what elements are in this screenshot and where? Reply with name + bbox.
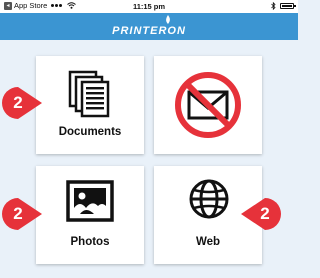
- status-right: [271, 2, 296, 10]
- email-disabled-icon: [175, 72, 241, 138]
- photos-tile[interactable]: Photos: [36, 166, 144, 264]
- globe-icon: [189, 179, 229, 219]
- callout-badge: 2: [2, 198, 42, 230]
- callout-number: 2: [260, 204, 270, 223]
- photos-label: Photos: [70, 236, 110, 248]
- web-label: Web: [195, 236, 221, 248]
- app-logo: PRINTERON: [112, 25, 186, 37]
- documents-icon: [68, 70, 110, 118]
- bluetooth-icon: [271, 2, 276, 10]
- status-time: 11:15 pm: [132, 2, 166, 11]
- documents-tile[interactable]: Documents: [36, 56, 144, 154]
- documents-label: Documents: [58, 126, 122, 138]
- callout-badge: 2: [2, 87, 42, 119]
- email-tile[interactable]: [154, 56, 262, 154]
- app-header: PRINTERON: [0, 13, 298, 40]
- callout-badge: 2: [241, 198, 281, 230]
- photo-icon: [66, 180, 114, 222]
- status-bar: ◂ App Store 11:15 pm: [0, 0, 298, 13]
- battery-icon: [280, 3, 296, 9]
- logo-mark-icon: [166, 15, 170, 24]
- callout-number: 2: [13, 204, 23, 223]
- callout-number: 2: [13, 93, 23, 112]
